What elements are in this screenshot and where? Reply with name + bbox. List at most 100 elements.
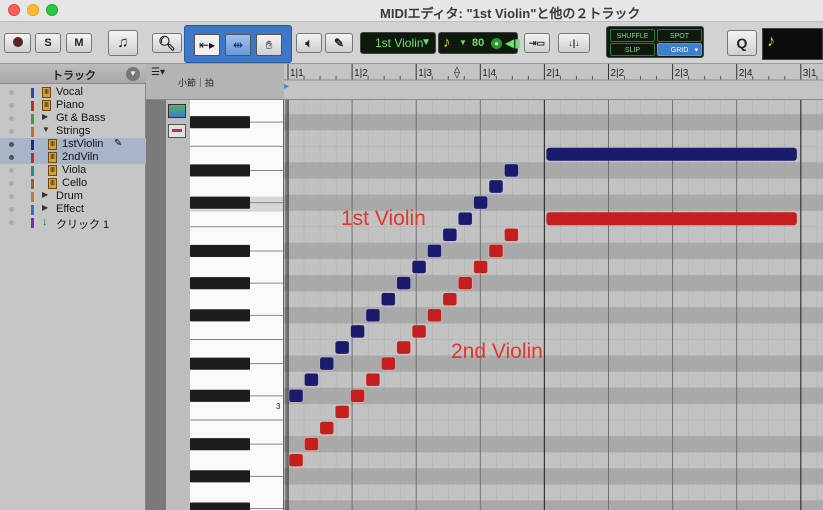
midi-thru-icon[interactable]: ● xyxy=(491,38,502,49)
pitch-lane xyxy=(284,452,823,469)
chevron-down-icon: ▼ xyxy=(421,37,431,48)
piano-keyboard[interactable]: 3 xyxy=(190,100,284,510)
black-key xyxy=(190,357,250,370)
track-record-dot[interactable] xyxy=(9,90,14,95)
note-value-box[interactable]: ♪ ▼ 80 ● ◀▮ xyxy=(438,32,521,54)
quarter-note-icon: ♪ xyxy=(767,33,775,50)
bars-beats-ruler[interactable]: 1|1 1|2 1|3 1|4 2|1 2|2 2|3 2|4 3|1 ⟠ ▸ xyxy=(284,64,823,100)
black-key xyxy=(190,244,250,257)
ruler-label-1: 1|2 xyxy=(354,68,368,79)
pitch-lane xyxy=(284,323,823,340)
minimize-window-button[interactable] xyxy=(27,4,39,16)
track-list-header: トラック ▼ xyxy=(0,64,146,84)
toolbar: S M ♫ 🔍︎ ⇤▸ ⇹ ✋︎ 🔈︎ ✎ 1st Violin ▼ ♪ ▼ 8… xyxy=(0,22,823,64)
first-violin-note xyxy=(288,388,304,403)
velocity-view-button[interactable] xyxy=(168,124,186,138)
grabber-tool-button[interactable]: ✋︎ xyxy=(256,34,282,56)
black-key xyxy=(190,277,250,290)
track-record-dot[interactable] xyxy=(9,207,14,212)
pitch-lane xyxy=(284,162,823,179)
track-row[interactable]: ▶ Effect xyxy=(0,203,146,216)
ruler-label-7: 2|4 xyxy=(739,68,753,79)
grid-mode-button[interactable]: GRID ▾ xyxy=(657,43,702,56)
track-color-swatch xyxy=(31,127,34,137)
track-list-menu-button[interactable]: ▼ xyxy=(126,67,140,81)
track-record-dot[interactable] xyxy=(9,168,14,173)
slip-mode-button[interactable]: SLIP xyxy=(610,43,655,56)
track-record-dot[interactable] xyxy=(9,129,14,134)
pencil-icon[interactable]: ✎ xyxy=(114,138,122,149)
track-record-dot[interactable] xyxy=(9,155,14,160)
track-row[interactable]: Ⅲ Piano xyxy=(0,99,146,112)
track-row[interactable]: ↓ クリック 1 xyxy=(0,216,146,231)
ruler-menu-icon[interactable]: ☰▾ xyxy=(151,67,165,78)
edit-mode-selector: SHUFFLE SPOT SLIP GRID ▾ xyxy=(606,26,704,58)
midi-track-icon: Ⅲ xyxy=(48,165,57,176)
title-bar: MIDIエディタ: "1st Violin"と他の２トラック xyxy=(0,0,823,22)
second-violin-note xyxy=(488,244,504,258)
track-name: クリック 1 xyxy=(56,219,110,231)
tab-to-transient-button[interactable]: ↓|↓ xyxy=(558,33,590,53)
second-violin-note xyxy=(442,292,458,306)
folder-expanded-icon[interactable]: ▼ xyxy=(42,125,50,134)
selector-tool-button[interactable]: ⇹ xyxy=(225,34,251,56)
record-icon xyxy=(12,37,23,48)
trim-tool-button[interactable]: ⇤▸ xyxy=(194,34,220,56)
folder-collapsed-icon[interactable]: ▶ xyxy=(42,203,48,212)
track-row[interactable]: Ⅲ Viola xyxy=(0,164,146,177)
track-name: Viola xyxy=(62,164,87,176)
note-grid[interactable] xyxy=(284,100,823,510)
pitch-lane xyxy=(284,420,823,437)
notes-view-button[interactable] xyxy=(168,104,186,118)
track-row[interactable]: Ⅲ 2ndViln xyxy=(0,151,146,164)
track-name: Gt & Bass xyxy=(56,112,106,124)
mirror-editing-button[interactable]: ⇥▭ xyxy=(524,33,550,53)
scrub-tool-button[interactable]: 🔈︎ xyxy=(296,33,322,53)
magnifier-icon: 🔍︎ xyxy=(158,35,176,51)
zoom-window-button[interactable] xyxy=(46,4,58,16)
solo-button[interactable]: S xyxy=(35,33,61,53)
track-row[interactable]: ▼ Strings xyxy=(0,125,146,138)
folder-collapsed-icon[interactable]: ▶ xyxy=(42,190,48,199)
track-row[interactable]: Ⅲ Vocal xyxy=(0,86,146,99)
track-record-dot[interactable] xyxy=(9,220,14,225)
shuffle-mode-button[interactable]: SHUFFLE xyxy=(610,29,655,42)
pitch-lane xyxy=(284,242,823,259)
pitch-lane xyxy=(284,307,823,324)
black-key xyxy=(190,438,250,451)
second-violin-note xyxy=(365,372,381,387)
first-violin-note xyxy=(427,244,442,258)
midi-track-icon: Ⅲ xyxy=(48,139,57,150)
midi-track-icon: Ⅲ xyxy=(48,152,57,163)
pencil-tool-button[interactable]: ✎ xyxy=(325,33,353,53)
track-record-dot[interactable] xyxy=(9,181,14,186)
playhead-marker-icon[interactable]: ⟠ xyxy=(454,65,460,79)
second-violin-note xyxy=(350,388,365,403)
grid-value-box[interactable]: ♪ xyxy=(762,28,823,60)
track-record-dot[interactable] xyxy=(9,116,14,121)
close-window-button[interactable] xyxy=(8,4,20,16)
mirror-midi-icon[interactable]: ◀▮ xyxy=(505,36,521,50)
folder-collapsed-icon[interactable]: ▶ xyxy=(42,112,48,121)
second-violin-note xyxy=(427,308,442,323)
track-row[interactable]: ▶ Gt & Bass xyxy=(0,112,146,125)
black-key xyxy=(190,470,250,483)
quantize-button[interactable]: Q xyxy=(727,30,757,56)
zoom-tool-button[interactable]: 🔍︎ xyxy=(152,33,182,53)
piano-keys xyxy=(190,100,284,510)
mute-button[interactable]: M xyxy=(66,33,92,53)
track-record-dot[interactable] xyxy=(9,194,14,199)
track-selector-dropdown[interactable]: 1st Violin ▼ xyxy=(360,32,436,54)
music-note-icon: ♫ xyxy=(117,34,129,51)
record-enable-button[interactable] xyxy=(4,33,31,53)
track-row[interactable]: Ⅲ 1stViolin ✎ xyxy=(0,138,146,151)
track-row[interactable]: ▶ Drum xyxy=(0,190,146,203)
track-color-swatch xyxy=(31,192,34,202)
black-key xyxy=(190,116,250,129)
midi-notes-button[interactable]: ♫ xyxy=(108,30,138,56)
trim-tool-icon: ⇤▸ xyxy=(198,38,216,52)
track-record-dot[interactable] xyxy=(9,103,14,108)
spot-mode-button[interactable]: SPOT xyxy=(657,29,702,42)
track-record-dot[interactable] xyxy=(9,142,14,147)
track-row[interactable]: Ⅲ Cello xyxy=(0,177,146,190)
